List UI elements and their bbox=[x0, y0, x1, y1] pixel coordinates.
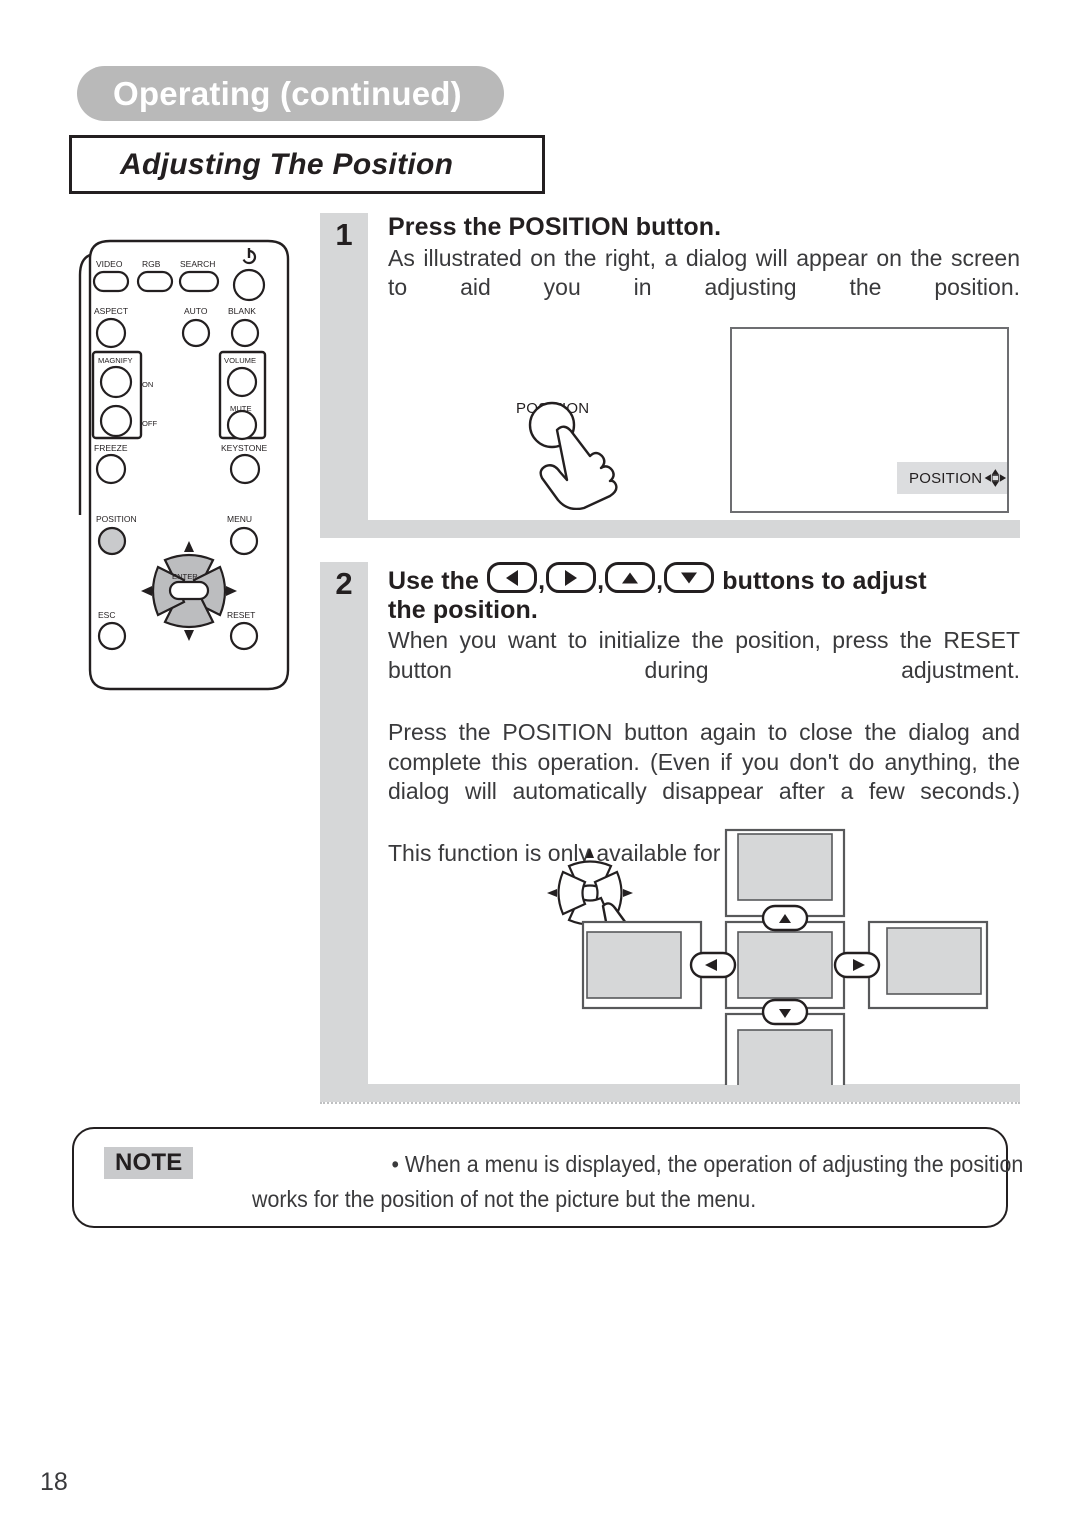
remote-label-video: VIDEO bbox=[96, 259, 123, 269]
remote-label-keystone: KEYSTONE bbox=[221, 443, 267, 453]
remote-button-enter[interactable] bbox=[168, 580, 210, 601]
pad-arrow-left-icon bbox=[141, 586, 152, 596]
step-2-text-1: When you want to initialize the position… bbox=[388, 627, 1020, 683]
hand-pressing-position-illustration bbox=[510, 390, 660, 511]
remote-button-volume[interactable] bbox=[226, 366, 258, 398]
remote-button-magnify-on[interactable] bbox=[99, 365, 133, 399]
shift-keycap-left bbox=[689, 951, 737, 979]
pad-arrow-up-icon bbox=[184, 541, 194, 552]
shift-keycap-right bbox=[833, 951, 881, 979]
pad-small-arrow-up-icon bbox=[586, 848, 594, 858]
shift-keycap-down bbox=[761, 998, 809, 1026]
section-title: Adjusting The Position bbox=[120, 147, 454, 181]
position-shift-illustration: .fr{fill:#fff;stroke:#58595b;stroke-widt… bbox=[545, 820, 1025, 1102]
osd-dialog-label: POSITION bbox=[909, 469, 983, 487]
remote-label-esc: ESC bbox=[98, 610, 115, 620]
screen-shift-left bbox=[581, 920, 703, 1010]
note-box: • When a menu is displayed, the operatio… bbox=[72, 1127, 1023, 1228]
remote-button-power[interactable] bbox=[232, 268, 266, 302]
remote-label-enter: ENTER bbox=[172, 572, 198, 581]
remote-label-reset: RESET bbox=[227, 610, 255, 620]
osd-arrow-up-icon bbox=[991, 469, 1000, 475]
osd-arrow-right-icon bbox=[1000, 474, 1007, 482]
remote-button-position[interactable] bbox=[97, 526, 127, 556]
remote-button-esc[interactable] bbox=[97, 621, 127, 651]
osd-screen-illustration: POSITION bbox=[730, 327, 1009, 513]
hand-press-svg bbox=[528, 401, 618, 511]
step-2-title-before: Use the bbox=[388, 567, 480, 595]
remote-label-auto: AUTO bbox=[184, 306, 208, 316]
remote-control-svg: .bd{fill:none;stroke:#231f20;stroke-widt… bbox=[78, 239, 290, 691]
osd-position-dialog: POSITION bbox=[897, 462, 1007, 494]
pad-arrow-right-icon bbox=[226, 586, 237, 596]
remote-label-magnify: MAGNIFY bbox=[98, 356, 133, 365]
remote-button-mute[interactable] bbox=[226, 409, 258, 441]
note-text-inner: • When a menu is displayed, the operatio… bbox=[252, 1151, 1024, 1212]
pad-arrow-down-icon bbox=[184, 630, 194, 641]
position-shift-svg: .fr{fill:#fff;stroke:#58595b;stroke-widt… bbox=[547, 828, 989, 1102]
remote-button-video[interactable] bbox=[92, 270, 130, 293]
remote-button-menu[interactable] bbox=[229, 526, 259, 556]
remote-button-keystone[interactable] bbox=[229, 453, 261, 485]
note-badge: NOTE bbox=[104, 1147, 194, 1179]
power-icon bbox=[241, 248, 257, 265]
arrow-right-keycap-icon bbox=[546, 562, 597, 593]
step-2-title-after: buttons to adjust bbox=[722, 567, 927, 595]
remote-button-rgb[interactable] bbox=[136, 270, 174, 293]
chapter-tab-label: Operating (continued) bbox=[113, 74, 462, 112]
remote-label-on: ON bbox=[142, 380, 153, 389]
remote-label-volume: VOLUME bbox=[224, 356, 256, 365]
remote-button-reset[interactable] bbox=[229, 621, 259, 651]
section-divider bbox=[320, 1102, 1020, 1104]
step-1-text: As illustrated on the right, a dialog wi… bbox=[388, 244, 1020, 301]
osd-center-box bbox=[992, 475, 1000, 481]
step-2-title-line2: the position. bbox=[388, 595, 538, 624]
remote-button-aspect[interactable] bbox=[95, 317, 127, 349]
pad-small-arrow-left-icon bbox=[547, 889, 557, 897]
remote-label-freeze: FREEZE bbox=[94, 443, 128, 453]
screen-shift-right bbox=[867, 920, 989, 1010]
remote-button-freeze[interactable] bbox=[95, 453, 127, 485]
section-title-box: Adjusting The Position bbox=[69, 135, 545, 194]
remote-label-aspect: ASPECT bbox=[94, 306, 128, 316]
remote-button-auto[interactable] bbox=[181, 318, 211, 348]
arrow-up-keycap-icon bbox=[605, 562, 656, 593]
remote-label-off: OFF bbox=[142, 419, 158, 428]
remote-button-blank[interactable] bbox=[230, 318, 260, 348]
screen-shift-up bbox=[724, 828, 846, 918]
page-number: 18 bbox=[40, 1468, 68, 1496]
screen-center bbox=[724, 920, 846, 1010]
chapter-tab: Operating (continued) bbox=[77, 66, 504, 121]
step-2-gray-base bbox=[320, 1084, 1020, 1102]
osd-direction-cluster-icon bbox=[984, 469, 1007, 487]
step-2-title: Use the ,,, buttons to adjust the positi… bbox=[388, 562, 1020, 624]
remote-cursor-pad[interactable]: ENTER bbox=[141, 541, 237, 641]
remote-label-search: SEARCH bbox=[180, 259, 215, 269]
step-1-gray-base bbox=[320, 520, 1020, 538]
remote-label-blank: BLANK bbox=[228, 306, 256, 316]
remote-button-search[interactable] bbox=[178, 270, 220, 293]
remote-button-magnify-off[interactable] bbox=[99, 404, 133, 438]
shift-keycap-up bbox=[761, 904, 809, 932]
remote-label-rgb: RGB bbox=[142, 259, 161, 269]
step-1-title: Press the POSITION button. bbox=[388, 213, 722, 241]
osd-arrow-left-icon bbox=[984, 474, 992, 482]
step-2-gray-bar bbox=[320, 562, 368, 1084]
pad-small-arrow-right-icon bbox=[623, 889, 633, 897]
step-2-number: 2 bbox=[335, 566, 353, 601]
remote-label-position: POSITION bbox=[96, 514, 137, 524]
osd-arrow-down-icon bbox=[991, 481, 1000, 487]
step-1-body: Press the POSITION button. As illustrate… bbox=[388, 213, 1020, 333]
step-1-number: 1 bbox=[335, 217, 353, 252]
arrow-left-keycap-icon bbox=[487, 562, 538, 593]
step-1-gray-bar bbox=[320, 213, 368, 520]
remote-label-menu: MENU bbox=[227, 514, 252, 524]
note-text: • When a menu is displayed, the operatio… bbox=[102, 1147, 1023, 1217]
arrow-down-keycap-icon bbox=[664, 562, 715, 593]
remote-control-illustration: .bd{fill:none;stroke:#231f20;stroke-widt… bbox=[72, 215, 307, 715]
